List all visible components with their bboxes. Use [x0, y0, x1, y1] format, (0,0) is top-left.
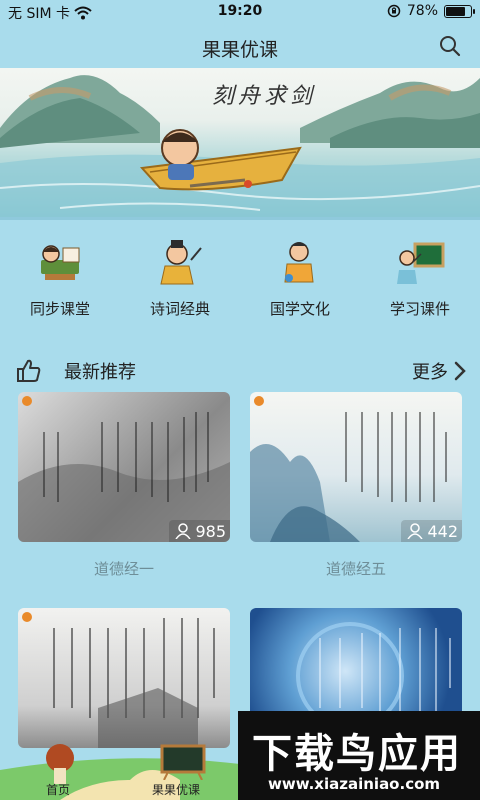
card-title: 道德经一 — [93, 560, 154, 578]
category-label: 学习课件 — [389, 300, 450, 318]
category-label: 国学文化 — [269, 300, 330, 318]
banner-title: 刻舟求剑 — [212, 84, 317, 109]
status-right: 78% — [387, 3, 475, 19]
chevron-right-icon — [454, 361, 466, 381]
view-count-badge: 985 — [169, 520, 230, 542]
courseware-icon — [397, 242, 445, 284]
card-thumbnail: 442 — [250, 392, 462, 542]
card-title: 道德经五 — [325, 560, 386, 578]
ad-url: www.xiazainiao.com — [268, 775, 441, 793]
poetry-icon — [160, 240, 202, 285]
page-title: 果果优课 — [201, 39, 278, 61]
tag-icon — [22, 612, 32, 622]
view-count-badge: 442 — [401, 520, 462, 542]
card-daodejing-5[interactable]: 442 道德经五 — [250, 392, 462, 579]
card-thumbnail — [18, 608, 230, 748]
tab-home[interactable]: 首页 — [46, 781, 70, 798]
ad-title: 下载鸟应用 — [252, 731, 462, 777]
card-daodejing-3[interactable] — [18, 608, 230, 748]
battery-fill — [446, 6, 465, 16]
guoxue-icon — [284, 242, 314, 283]
category-grid: 同步课堂 诗词经典 国学文化 学习课件 — [0, 230, 480, 330]
card-daodejing-1[interactable]: 985 道德经一 — [18, 392, 230, 579]
blackboard-icon — [160, 744, 206, 780]
tag-icon — [254, 396, 264, 406]
tab-guoguo[interactable]: 果果优课 — [152, 781, 200, 798]
orientation-lock-icon — [387, 4, 401, 18]
user-icon — [175, 523, 192, 539]
view-count: 442 — [427, 521, 458, 541]
view-count: 985 — [195, 521, 226, 541]
nav-bar: 果果优课 — [0, 24, 480, 68]
section-title: 最新推荐 — [64, 362, 136, 383]
category-courseware[interactable]: 学习课件 — [360, 238, 480, 319]
category-guoxue[interactable]: 国学文化 — [240, 238, 360, 319]
more-link[interactable]: 更多 — [412, 358, 466, 384]
battery-icon — [444, 4, 475, 18]
status-bar: 无 SIM 卡 19:20 78% — [0, 0, 480, 24]
tag-icon — [22, 396, 32, 406]
category-label: 诗词经典 — [149, 300, 210, 318]
ad-watermark: 下载鸟应用 www.xiazainiao.com — [238, 711, 480, 800]
more-label: 更多 — [412, 362, 448, 383]
user-icon — [407, 523, 424, 539]
calligraphy-art — [53, 618, 215, 748]
classroom-icon — [41, 245, 80, 280]
thumbs-up-icon — [17, 359, 41, 382]
recommend-section-header: 最新推荐 更多 — [0, 350, 480, 390]
category-label: 同步课堂 — [29, 300, 90, 318]
banner[interactable]: 刻舟求剑 — [0, 68, 480, 220]
search-icon[interactable] — [438, 34, 462, 58]
card-thumbnail: 985 — [18, 392, 230, 542]
category-sync-class[interactable]: 同步课堂 — [0, 238, 120, 319]
category-poetry[interactable]: 诗词经典 — [120, 238, 240, 319]
battery-percent: 78% — [406, 3, 438, 19]
